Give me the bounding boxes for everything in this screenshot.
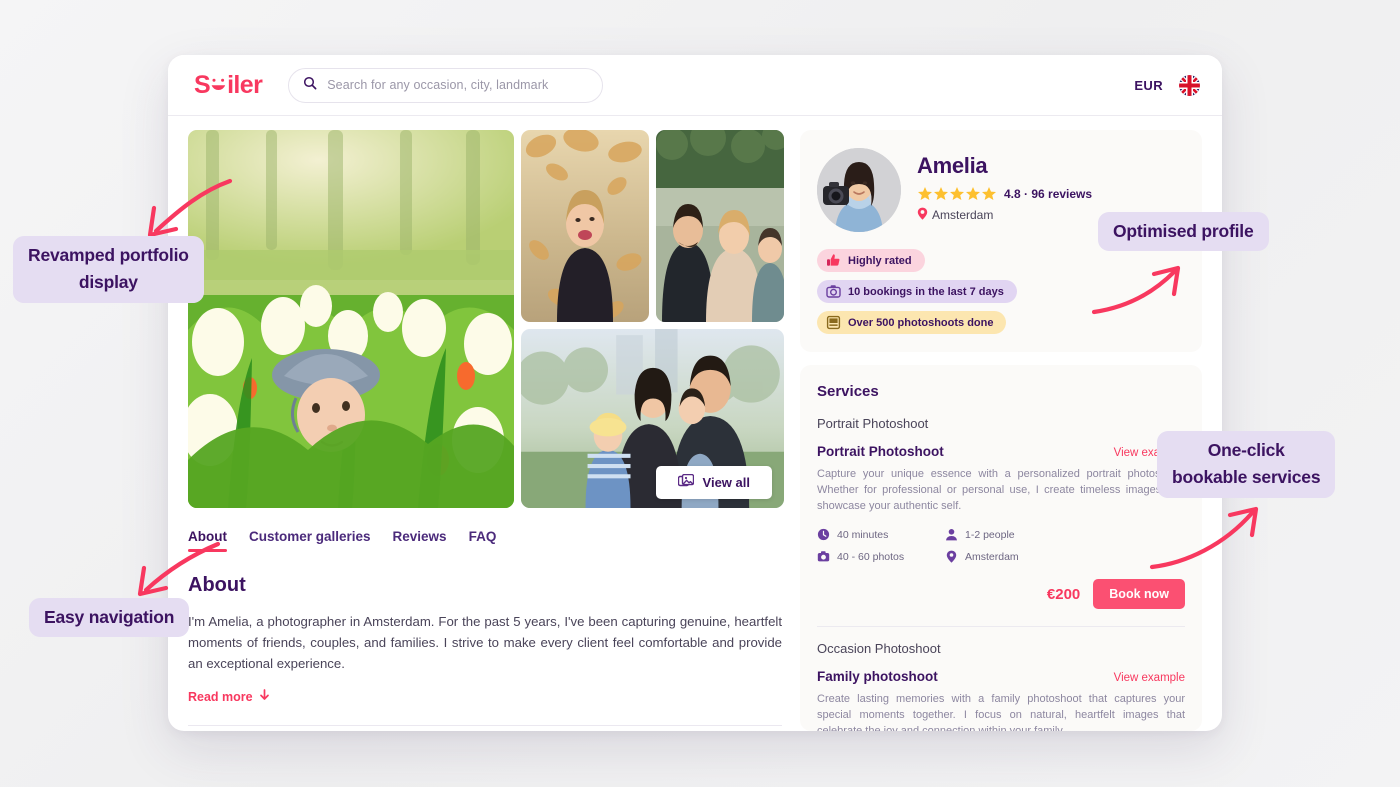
badge-label: Highly rated <box>848 254 912 267</box>
tab-reviews[interactable]: Reviews <box>393 529 447 552</box>
page-content: View all About Customer galleries Review… <box>168 116 1222 731</box>
gallery-photo-main[interactable] <box>188 130 514 508</box>
read-more-button[interactable]: Read more <box>188 689 784 704</box>
about-divider <box>188 725 782 726</box>
logo-text-before: S <box>194 70 211 99</box>
badge-label: Over 500 photoshoots done <box>848 316 994 329</box>
callout-line-1: Revamped portfolio <box>28 245 189 265</box>
service-name: Portrait Photoshoot <box>817 444 944 459</box>
service-group-label: Occasion Photoshoot <box>817 641 941 656</box>
services-card: Services Portrait Photoshoot Portrait Ph… <box>800 365 1202 731</box>
left-column: View all About Customer galleries Review… <box>188 130 784 731</box>
smiler-logo[interactable]: Siler <box>194 70 263 100</box>
profile-location: Amsterdam <box>917 207 1092 223</box>
profile-name: Amelia <box>917 153 988 178</box>
thumbs-up-icon <box>826 253 841 268</box>
header-actions: EUR <box>1134 74 1200 96</box>
view-example-link[interactable]: View example <box>1114 672 1185 684</box>
service-people: 1-2 people <box>945 528 1185 541</box>
read-more-label: Read more <box>188 689 253 704</box>
badge-recent-bookings: 10 bookings in the last 7 days <box>817 280 1017 303</box>
gallery-side-top <box>521 130 784 322</box>
service-duration: 40 minutes <box>817 528 945 541</box>
tab-customer-galleries[interactable]: Customer galleries <box>249 529 371 552</box>
service-item-family: Occasion Photoshoot Family photoshoot Vi… <box>817 641 1185 731</box>
photos-stack-icon <box>677 473 694 492</box>
photo-album-icon <box>826 315 841 330</box>
search-placeholder: Search for any occasion, city, landmark <box>327 78 549 92</box>
site-header: Siler Search for any occasion, city, lan… <box>168 55 1222 116</box>
search-input[interactable]: Search for any occasion, city, landmark <box>288 67 604 103</box>
star-rating-icons <box>917 186 997 201</box>
service-description: Create lasting memories with a family ph… <box>817 693 1185 731</box>
smile-icon <box>210 77 227 94</box>
service-location: Amsterdam <box>945 550 1185 563</box>
uk-flag-icon[interactable] <box>1179 74 1200 96</box>
app-window: Siler Search for any occasion, city, lan… <box>168 55 1222 731</box>
about-heading: About <box>188 574 246 596</box>
callout-line-2: display <box>13 270 204 303</box>
service-location-label: Amsterdam <box>965 550 1019 563</box>
person-icon <box>945 528 958 541</box>
callout-line-1: Easy navigation <box>44 607 175 627</box>
badge-label: 10 bookings in the last 7 days <box>848 285 1004 298</box>
search-icon <box>303 76 317 95</box>
about-body: I'm Amelia, a photographer in Amsterdam.… <box>188 614 782 671</box>
arrow-down-icon <box>259 689 270 704</box>
about-section: About I'm Amelia, a photographer in Amst… <box>188 552 784 726</box>
callout-line-1: One-click <box>1207 440 1285 460</box>
camera-icon <box>826 284 841 299</box>
profile-rating: 4.8 · 96 reviews <box>917 186 1092 201</box>
tab-faq[interactable]: FAQ <box>469 529 497 552</box>
profile-badges: Highly rated 10 bookings in the last 7 d… <box>817 249 1185 334</box>
service-name: Family photoshoot <box>817 669 938 684</box>
callout-easy-navigation: Easy navigation <box>29 598 190 638</box>
profile-location-label: Amsterdam <box>932 208 994 222</box>
services-heading: Services <box>817 383 879 400</box>
callout-line-1: Optimised profile <box>1113 221 1254 241</box>
view-all-label: View all <box>702 475 750 490</box>
gallery-photo-2[interactable] <box>521 130 649 322</box>
location-pin-icon <box>917 207 928 223</box>
gallery-photo-3[interactable] <box>656 130 784 322</box>
gallery-side: View all <box>521 130 784 508</box>
callout-revamped-portfolio: Revamped portfolio display <box>13 236 204 303</box>
service-group-label: Portrait Photoshoot <box>817 416 929 431</box>
service-duration-label: 40 minutes <box>837 528 889 541</box>
avatar[interactable] <box>817 148 901 232</box>
service-header: Portrait Photoshoot View example <box>817 444 1185 459</box>
callout-line-2: bookable services <box>1157 465 1336 498</box>
tab-about[interactable]: About <box>188 529 227 552</box>
service-item-portrait: Portrait Photoshoot Portrait Photoshoot … <box>817 416 1185 609</box>
callout-bookable-services: One-click bookable services <box>1157 431 1336 498</box>
service-divider <box>817 626 1185 627</box>
logo-text-after: iler <box>227 70 263 99</box>
section-tabs: About Customer galleries Reviews FAQ <box>188 529 784 552</box>
service-meta: 40 minutes 1-2 people 40 - 60 photos Ams… <box>817 528 1185 563</box>
service-photos-label: 40 - 60 photos <box>837 550 905 563</box>
service-header: Family photoshoot View example <box>817 669 1185 684</box>
camera-icon <box>817 550 830 563</box>
profile-info: Amelia 4.8 · 96 reviews Amsterdam <box>917 148 1092 223</box>
service-photos: 40 - 60 photos <box>817 550 945 563</box>
location-pin-icon <box>945 550 958 563</box>
service-footer: €200 Book now <box>817 579 1185 609</box>
service-description: Capture your unique essence with a perso… <box>817 468 1185 512</box>
service-people-label: 1-2 people <box>965 528 1015 541</box>
badge-photoshoots-done: Over 500 photoshoots done <box>817 311 1007 334</box>
currency-selector[interactable]: EUR <box>1134 78 1163 93</box>
callout-optimised-profile: Optimised profile <box>1098 212 1269 252</box>
badge-highly-rated: Highly rated <box>817 249 925 272</box>
rating-text: 4.8 · 96 reviews <box>1004 186 1093 201</box>
book-now-button[interactable]: Book now <box>1093 579 1185 609</box>
service-price: €200 <box>1046 585 1081 603</box>
photo-gallery: View all <box>188 130 784 508</box>
gallery-photo-4[interactable]: View all <box>521 329 784 508</box>
view-all-button[interactable]: View all <box>655 466 772 499</box>
clock-icon <box>817 528 830 541</box>
